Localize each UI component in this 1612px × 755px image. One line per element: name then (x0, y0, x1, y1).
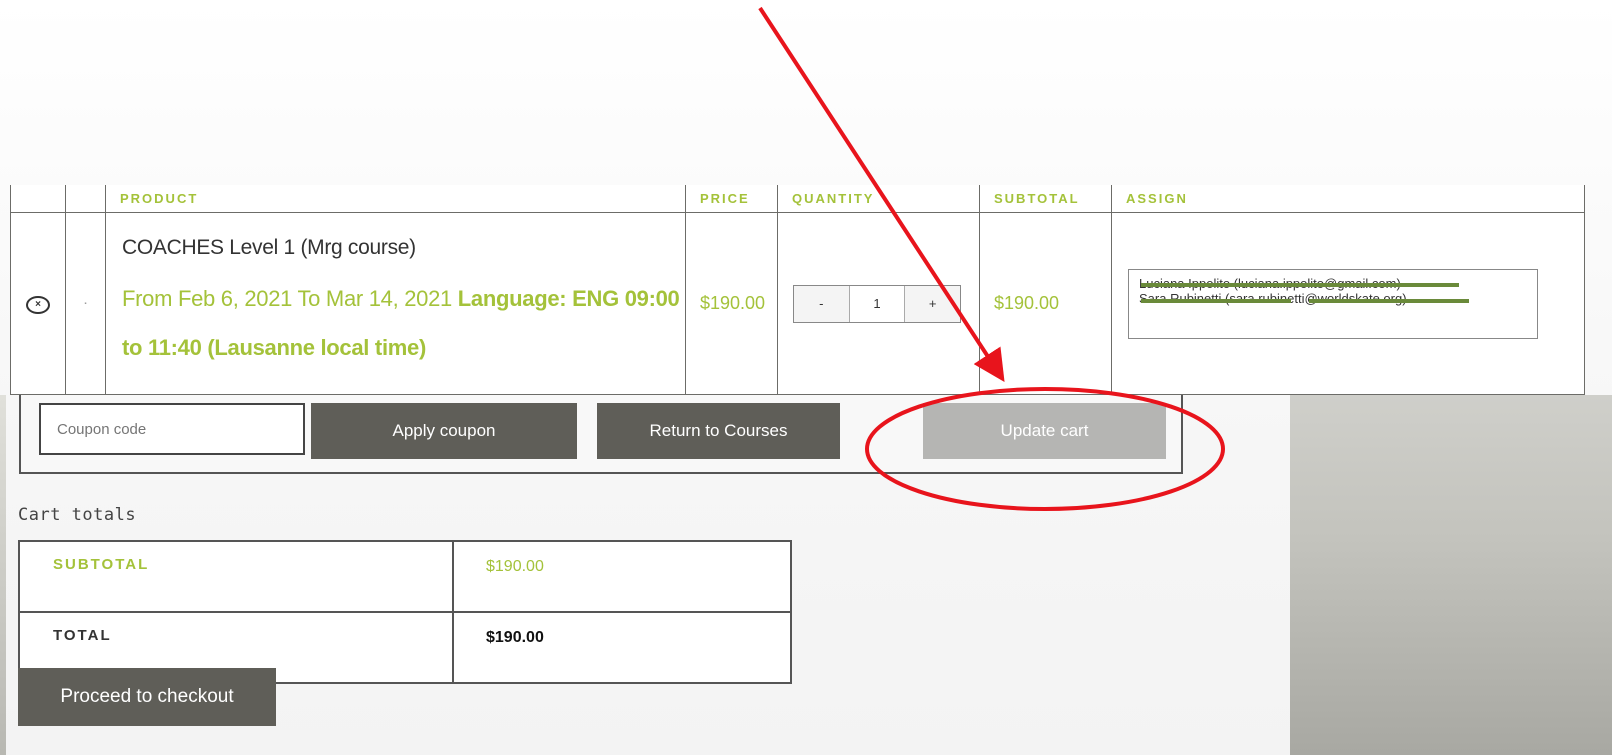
totals-subtotal-value: $190.00 (452, 540, 792, 613)
update-cart-button[interactable]: Update cart (923, 403, 1166, 459)
quantity-stepper: - 1 + (793, 284, 961, 323)
quantity-increment-button[interactable]: + (905, 285, 961, 322)
header-price: PRICE (685, 185, 778, 213)
cart-table: PRODUCT PRICE QUANTITY SUBTOTAL ASSIGN ×… (10, 185, 1585, 395)
cart-totals-table: SUBTOTAL $190.00 TOTAL $190.00 (18, 540, 792, 684)
product-meta: From Feb 6, 2021 To Mar 14, 2021 Languag… (122, 274, 685, 372)
header-assign: ASSIGN (1111, 185, 1585, 213)
background-edge (0, 395, 6, 755)
header-subtotal: SUBTOTAL (979, 185, 1112, 213)
quantity-input[interactable]: 1 (849, 285, 906, 322)
header-remove (10, 185, 66, 213)
redaction-mark (1141, 282, 1459, 287)
product-cell: COACHES Level 1 (Mrg course) From Feb 6,… (105, 212, 686, 395)
assign-cell: Luciana Ippolito (luciana.ippolito@gmail… (1111, 212, 1585, 395)
coupon-code-input[interactable] (39, 403, 305, 455)
redaction-mark (1141, 298, 1291, 303)
item-subtotal: $190.00 (979, 212, 1112, 395)
totals-total-value: $190.00 (452, 611, 792, 684)
totals-subtotal-row: SUBTOTAL $190.00 (18, 540, 792, 613)
item-price: $190.00 (685, 212, 778, 395)
cart-totals-heading: Cart totals (18, 505, 137, 525)
header-thumb (65, 185, 106, 213)
remove-icon[interactable]: × (26, 295, 50, 314)
cart-actions-row: Apply coupon Return to Courses Update ca… (19, 395, 1183, 474)
redaction-mark (1309, 298, 1469, 303)
remove-cell: × (10, 212, 66, 395)
header-product: PRODUCT (105, 185, 686, 213)
product-dates: From Feb 6, 2021 To Mar 14, 2021 (122, 285, 452, 311)
quantity-decrement-button[interactable]: - (794, 285, 850, 322)
quantity-cell: - 1 + (777, 212, 980, 395)
background-panel (1290, 395, 1612, 755)
product-name[interactable]: COACHES Level 1 (Mrg course) (122, 236, 685, 260)
proceed-to-checkout-button[interactable]: Proceed to checkout (18, 668, 276, 726)
assign-textarea[interactable]: Luciana Ippolito (luciana.ippolito@gmail… (1128, 268, 1538, 339)
return-to-courses-button[interactable]: Return to Courses (597, 403, 840, 459)
cart-item-row: × ▪ COACHES Level 1 (Mrg course) From Fe… (10, 212, 1585, 395)
header-quantity: QUANTITY (777, 185, 980, 213)
product-thumbnail[interactable]: ▪ (65, 212, 106, 395)
apply-coupon-button[interactable]: Apply coupon (311, 403, 577, 459)
totals-subtotal-label: SUBTOTAL (18, 540, 454, 613)
cart-header-row: PRODUCT PRICE QUANTITY SUBTOTAL ASSIGN (10, 185, 1585, 213)
